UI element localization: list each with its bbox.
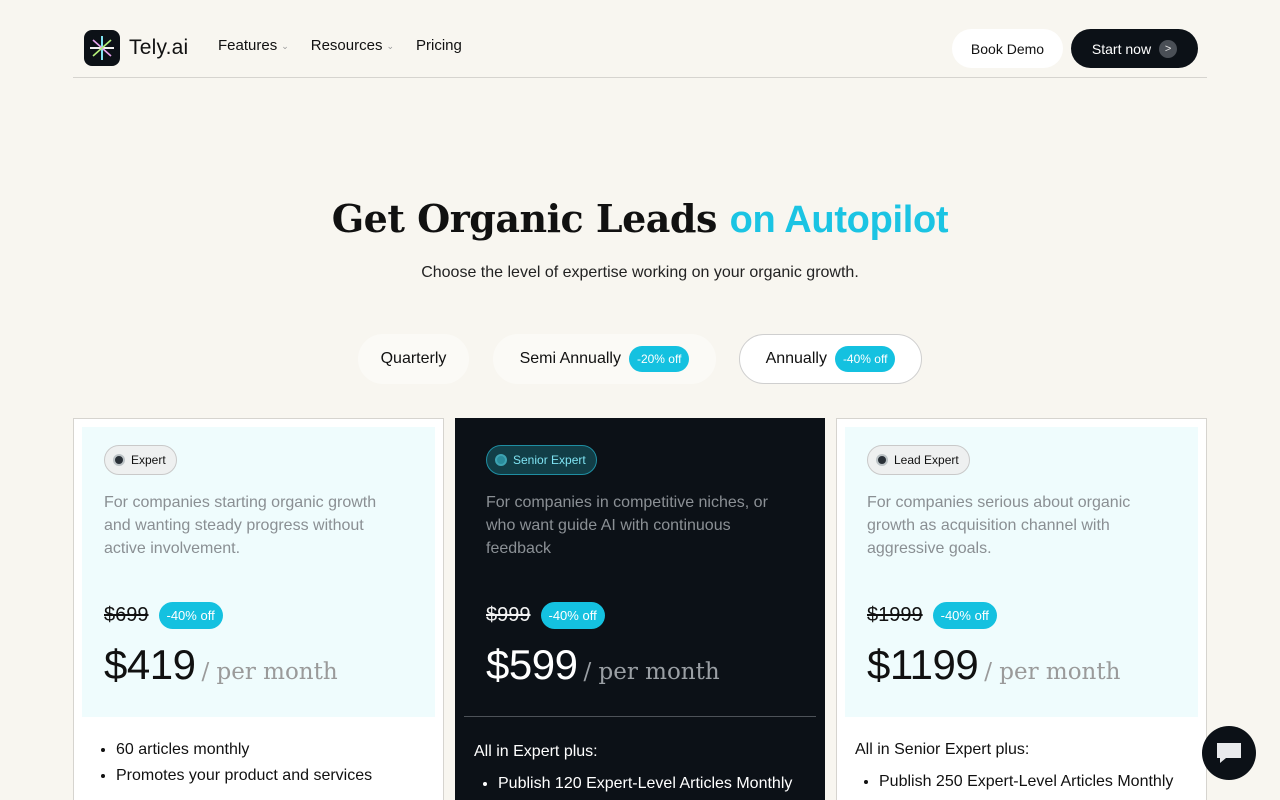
tier-badge: Expert <box>104 445 177 475</box>
price-row: $1199 / per month <box>867 641 1120 689</box>
start-now-button[interactable]: Start now > <box>1071 29 1198 68</box>
nav-link-label: Resources <box>310 37 383 54</box>
brand-name: Tely.ai <box>129 36 189 59</box>
plus-features-title: All in Senior Expert plus: <box>855 741 1030 758</box>
plan-description: For companies starting organic growth an… <box>104 494 377 557</box>
billing-option-semi-annually[interactable]: Semi Annually -20% off <box>493 334 716 384</box>
arrow-right-icon: > <box>1159 39 1178 58</box>
start-now-label: Start now <box>1091 40 1152 57</box>
plan-header: Senior Expert For companies in competiti… <box>464 427 816 717</box>
original-price: $999 <box>486 604 531 626</box>
top-navigation: Tely.ai Features ⌄ Resources ⌄ Pricing B… <box>73 0 1207 78</box>
plus-features-title: All in Expert plus: <box>474 743 598 760</box>
original-price-row: $699 -40% off <box>104 602 223 629</box>
plan-card-senior-expert: Senior Expert For companies in competiti… <box>455 418 825 800</box>
price-row: $599 / per month <box>486 641 720 689</box>
tier-name: Senior Expert <box>513 453 586 467</box>
tier-dot-icon <box>876 454 888 466</box>
book-demo-button[interactable]: Book Demo <box>952 29 1063 68</box>
billing-option-annually[interactable]: Annually -40% off <box>739 334 922 384</box>
chevron-down-icon: ⌄ <box>281 41 289 51</box>
feature-item: 60 articles monthly <box>116 741 372 759</box>
tier-dot-icon <box>495 454 507 466</box>
billing-option-label: Semi Annually <box>519 350 621 367</box>
title-accent: on Autopilot <box>729 199 949 241</box>
logo-mark-icon <box>84 30 120 66</box>
plan-header: Expert For companies starting organic gr… <box>82 427 435 717</box>
plan-card-lead-expert: Lead Expert For companies serious about … <box>836 418 1207 800</box>
discount-badge: -40% off <box>834 346 896 372</box>
page-subtitle: Choose the level of expertise working on… <box>421 264 859 281</box>
page-title: Get Organic Leads on Autopilot <box>0 196 1280 242</box>
billing-option-label: Annually <box>765 350 827 367</box>
current-price: $599 <box>486 641 578 688</box>
tier-badge: Senior Expert <box>486 445 597 475</box>
original-price: $699 <box>104 604 149 626</box>
nav-links: Features ⌄ Resources ⌄ Pricing <box>218 37 462 54</box>
tier-name: Lead Expert <box>894 453 959 467</box>
nav-link-resources[interactable]: Resources ⌄ <box>311 37 394 54</box>
price-period: / per month <box>201 659 338 685</box>
plan-description: For companies serious about organic grow… <box>867 494 1131 557</box>
tier-name: Expert <box>131 453 166 467</box>
nav-link-pricing[interactable]: Pricing <box>416 37 462 54</box>
discount-badge: -40% off <box>158 602 223 629</box>
discount-badge: -20% off <box>628 346 690 372</box>
discount-badge: -40% off <box>932 602 997 629</box>
discount-badge: -40% off <box>540 602 605 629</box>
billing-option-quarterly[interactable]: Quarterly <box>358 334 469 384</box>
billing-option-label: Quarterly <box>380 350 447 367</box>
price-row: $419 / per month <box>104 641 338 689</box>
plan-header: Lead Expert For companies serious about … <box>845 427 1198 717</box>
feature-list: Publish 250 Expert-Level Articles Monthl… <box>879 773 1173 799</box>
current-price: $1199 <box>867 641 979 688</box>
feature-list: 60 articles monthly Promotes your produc… <box>116 741 372 793</box>
price-period: / per month <box>583 659 720 685</box>
chat-widget-button[interactable] <box>1202 726 1256 780</box>
original-price: $1999 <box>867 604 923 626</box>
title-main: Get Organic Leads <box>331 196 718 241</box>
billing-period-toggle: Quarterly Semi Annually -20% off Annuall… <box>0 334 1280 384</box>
nav-link-label: Pricing <box>416 37 462 54</box>
feature-item: Publish 250 Expert-Level Articles Monthl… <box>879 773 1173 791</box>
brand-logo[interactable]: Tely.ai <box>84 30 188 66</box>
price-period: / per month <box>984 659 1121 685</box>
nav-link-label: Features <box>218 37 278 54</box>
tier-badge: Lead Expert <box>867 445 970 475</box>
plan-card-expert: Expert For companies starting organic gr… <box>73 418 444 800</box>
chat-bubble-icon <box>1217 743 1241 763</box>
chevron-down-icon: ⌄ <box>386 41 394 51</box>
tier-dot-icon <box>113 454 125 466</box>
plan-description: For companies in competitive niches, or … <box>486 494 768 557</box>
current-price: $419 <box>104 641 196 688</box>
feature-item: Publish 120 Expert-Level Articles Monthl… <box>498 775 792 793</box>
original-price-row: $1999 -40% off <box>867 602 997 629</box>
nav-link-features[interactable]: Features ⌄ <box>218 37 289 54</box>
original-price-row: $999 -40% off <box>486 602 605 629</box>
feature-list: Publish 120 Expert-Level Articles Monthl… <box>498 775 792 800</box>
feature-item: Promotes your product and services <box>116 767 372 785</box>
